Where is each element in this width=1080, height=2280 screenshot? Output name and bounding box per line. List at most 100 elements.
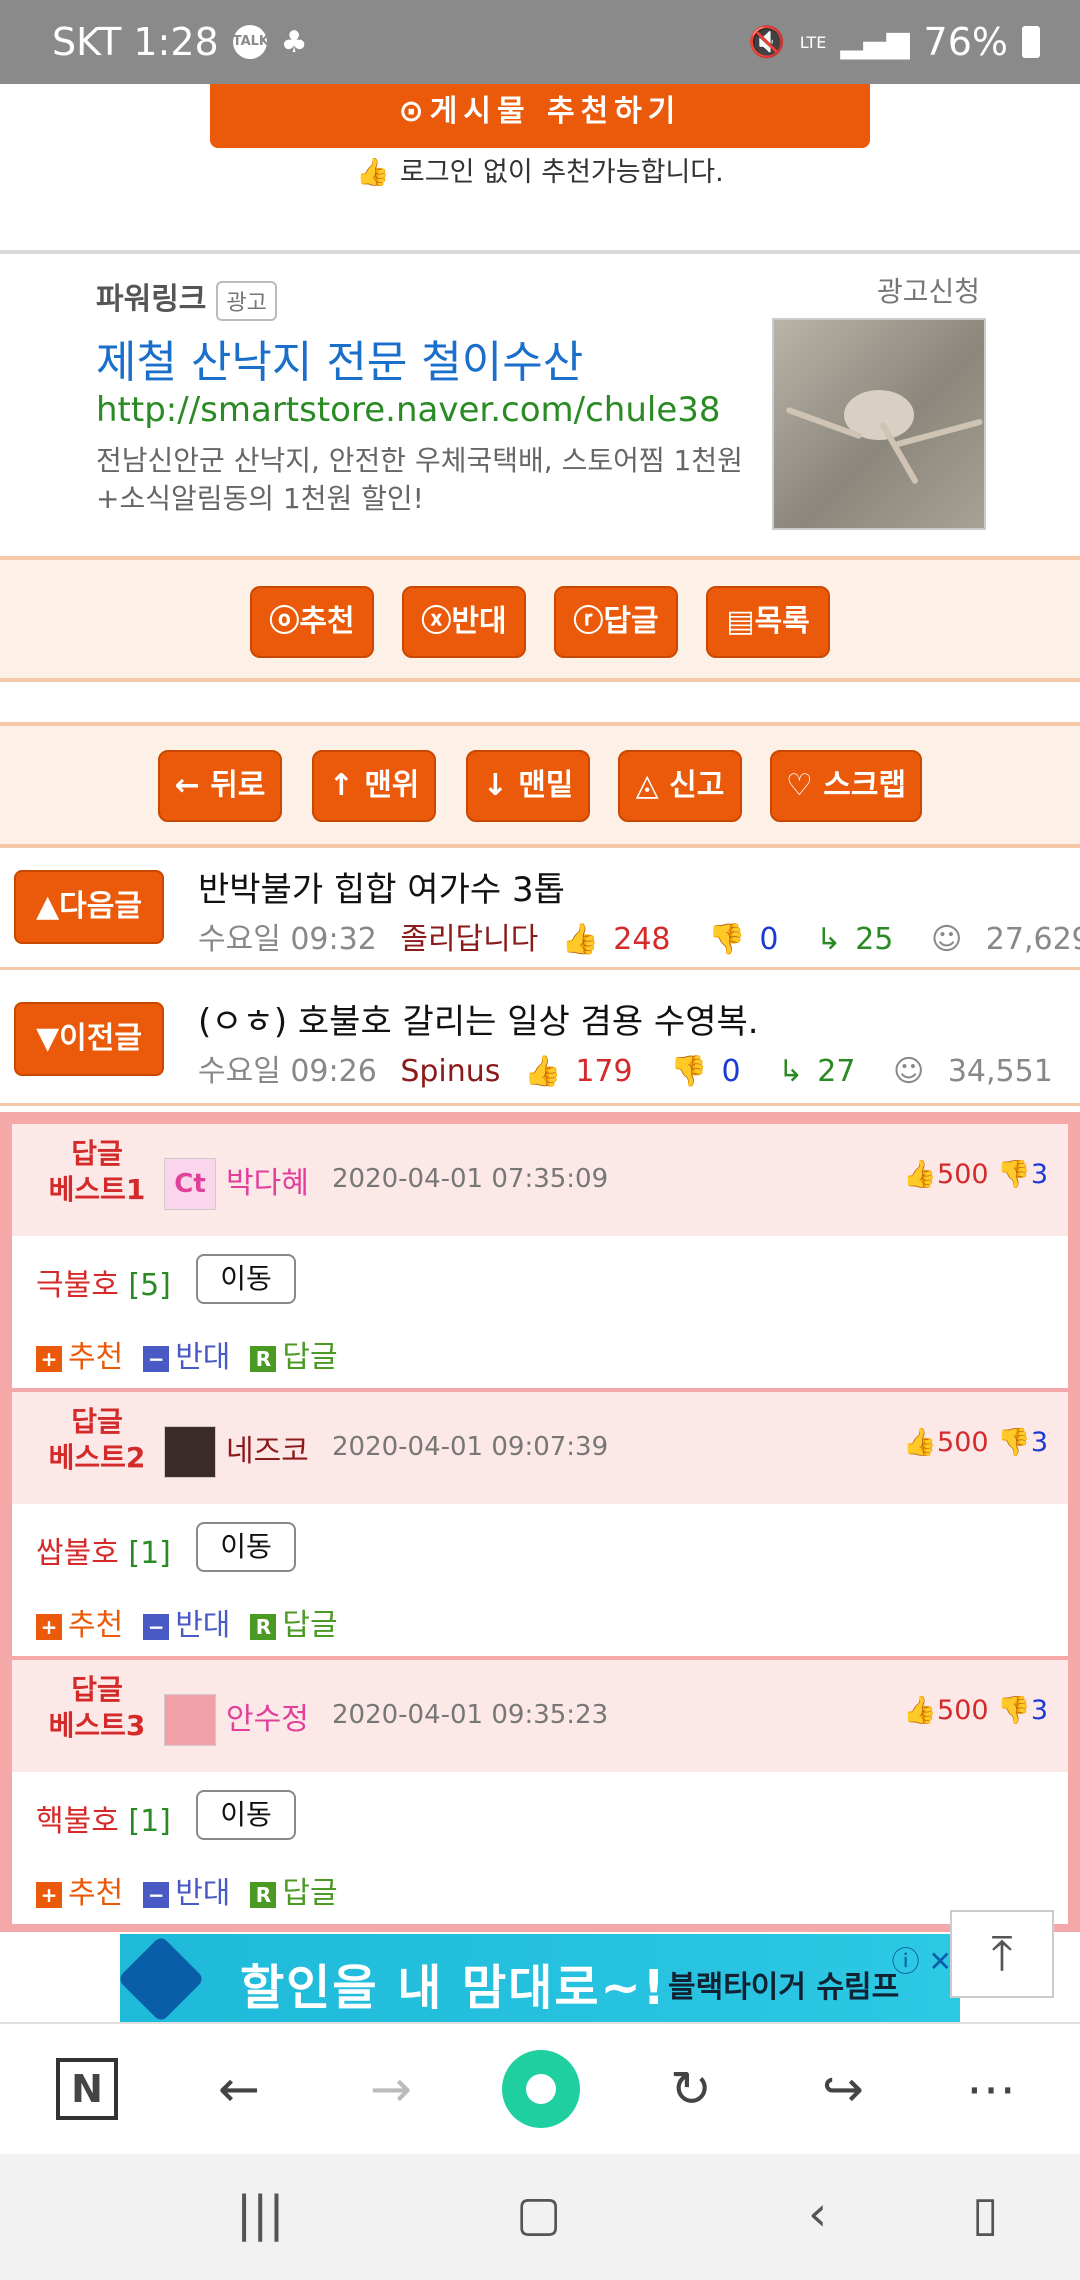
ad-url-link[interactable]: http://smartstore.naver.com/chule38 [96,390,721,430]
down-count: 3 [1030,1427,1048,1458]
comment-actions: + 추천 − 반대 R 답글 [36,1868,338,1912]
status-network: LTE [799,32,827,52]
ad-description: 전남신안군 산낙지, 안전한 우체국택배, 스토어찜 1천원+소식알림동의 1천… [96,444,743,515]
prev-post-button[interactable]: ▼이전글 [14,1002,164,1076]
ad-close-icon[interactable]: ⓘ ✕ [892,1940,952,1980]
minus-icon: − [143,1345,170,1372]
comment-text: 쌉불호 [1] [36,1528,171,1572]
comment-recommend-button[interactable]: + 추천 [36,1868,123,1912]
home-icon[interactable]: ▢ [516,2186,561,2242]
to-top-button[interactable]: ↑ 맨위 [312,750,436,822]
comment-recommend-label: 추천 [68,1340,124,1375]
green-dot-home-icon[interactable] [502,2050,580,2128]
comment-votes: 👍500 👎3 [903,1694,1048,1726]
minus-icon: − [143,1613,170,1640]
view-count: 34,551 [947,1054,1053,1089]
comment-reply-button[interactable]: R 답글 [250,1600,338,1644]
comment-text-value: 극불호 [36,1268,119,1303]
best-rank-line1: 답글 [71,1137,123,1170]
post-recommend-button[interactable]: ⊙게시물 추천하기 [210,84,870,148]
prev-post-title[interactable]: (ㅇㅎ) 호불호 갈리는 일상 겸용 수영복. [198,994,759,1043]
powerlink-ad[interactable]: 파워링크 광고 광고신청 제철 산낙지 전문 철이수산 http://smarts… [0,254,1080,556]
post-toolbar: ⓞ추천 ⓧ반대 ⓡ답글 ▤목록 [0,556,1080,682]
naver-n-icon[interactable]: N [56,2058,118,2120]
move-button[interactable]: 이동 [196,1522,296,1572]
rotate-icon[interactable]: ▯ [972,2186,998,2242]
post-time: 수요일 09:32 [198,922,377,957]
post-time: 수요일 09:26 [198,1054,377,1089]
plus-icon: + [36,1881,62,1908]
prev-post-row[interactable]: ▼이전글 (ㅇㅎ) 호불호 갈리는 일상 겸용 수영복. 수요일 09:26 S… [0,984,1080,1106]
reply-arrow-icon: ↳ [816,922,842,957]
ad-apply-link[interactable]: 광고신청 [877,270,980,310]
avatar[interactable] [164,1426,216,1478]
best-comments-section: 답글 베스트1 Ct 박다혜 2020-04-01 07:35:09 👍500 👎… [0,1112,1080,1932]
scrap-button[interactable]: ♡ 스크랩 [770,750,922,822]
comment-votes: 👍500 👎3 [903,1158,1048,1190]
comment-recommend-button[interactable]: + 추천 [36,1600,123,1644]
comment-reply-button[interactable]: R 답글 [250,1868,338,1912]
avatar[interactable]: Ct [164,1158,216,1210]
next-post-title[interactable]: 반박불가 힙합 여가수 3톱 [198,862,565,911]
move-button[interactable]: 이동 [196,1254,296,1304]
recommend-button[interactable]: ⓞ추천 [250,586,374,658]
status-battery: 76% [923,20,1008,64]
android-nav-bar: ||| ▢ ‹ ▯ [0,2154,1080,2280]
banner-subtitle: 블랙타이거 슈림프 [668,1970,900,2005]
comment-author[interactable]: 박다혜 [226,1158,309,1202]
comment-actions: + 추천 − 반대 R 답글 [36,1600,338,1644]
share-icon[interactable]: ↪ [808,2054,878,2124]
comment-oppose-label: 반대 [175,1340,231,1375]
thumbs-up-icon: 👍 [523,1054,562,1089]
refresh-icon[interactable]: ↻ [656,2054,726,2124]
move-button[interactable]: 이동 [196,1790,296,1840]
recent-apps-icon[interactable]: ||| [236,2186,285,2242]
list-button[interactable]: ▤목록 [706,586,830,658]
domino-logo-icon [120,1935,205,2022]
more-icon[interactable]: ⋯ [956,2054,1026,2124]
to-bottom-button[interactable]: ↓ 맨밑 [466,750,590,822]
comment-oppose-label: 반대 [175,1876,231,1911]
thumbs-up-icon: 👍 [903,1427,938,1458]
best-comment-header: 답글 베스트3 안수정 2020-04-01 09:35:23 👍500 👎3 [12,1660,1068,1772]
reply-count: 25 [855,922,894,957]
comment-oppose-button[interactable]: − 반대 [143,1600,230,1644]
oppose-button[interactable]: ⓧ반대 [402,586,526,658]
thumbs-up-icon: 👍 [356,157,390,188]
views-icon: ☺ [930,922,963,957]
comment-votes: 👍500 👎3 [903,1426,1048,1458]
ad-image[interactable] [772,318,986,530]
avatar[interactable] [164,1694,216,1746]
comment-author[interactable]: 안수정 [226,1694,309,1738]
report-button[interactable]: ◬ 신고 [618,750,742,822]
scroll-top-button[interactable]: ⤒ [950,1910,1054,1998]
best-comment-body: 극불호 [5] 이동 + 추천 − 반대 R 답글 [12,1236,1068,1388]
best-comment-header: 답글 베스트1 Ct 박다혜 2020-04-01 07:35:09 👍500 👎… [12,1124,1068,1236]
post-author[interactable]: Spinus [400,1054,500,1089]
comment-text-value: 핵불호 [36,1804,119,1839]
back-button[interactable]: ← 뒤로 [158,750,282,822]
forward-arrow-icon[interactable]: → [356,2054,426,2124]
comment-author[interactable]: 네즈코 [226,1426,309,1470]
post-author[interactable]: 졸리답니다 [400,922,538,957]
thumbs-down-icon: 👎 [708,922,746,957]
up-count: 248 [613,922,671,957]
back-arrow-icon[interactable]: ← [204,2054,274,2124]
banner-ad[interactable]: 할인을 내 맘대로~! 블랙타이거 슈림프 ⓘ ✕ [120,1934,960,2022]
plus-icon: + [36,1345,62,1372]
ad-badge: 광고 [216,280,277,321]
back-icon[interactable]: ‹ [808,2186,827,2242]
view-count: 27,629 [985,922,1080,957]
views-icon: ☺ [893,1054,925,1089]
reply-button[interactable]: ⓡ답글 [554,586,678,658]
next-post-row[interactable]: ▲다음글 반박불가 힙합 여가수 3톱 수요일 09:32 졸리답니다 👍 248… [0,848,1080,970]
comment-oppose-button[interactable]: − 반대 [143,1332,230,1376]
comment-text: 핵불호 [1] [36,1796,171,1840]
best-comment-header: 답글 베스트2 네즈코 2020-04-01 09:07:39 👍500 👎3 [12,1392,1068,1504]
comment-oppose-button[interactable]: − 반대 [143,1868,230,1912]
comment-recommend-button[interactable]: + 추천 [36,1332,123,1376]
ad-title-link[interactable]: 제철 산낙지 전문 철이수산 [96,326,583,390]
comment-reply-button[interactable]: R 답글 [250,1332,338,1376]
thumbs-up-icon: 👍 [561,922,600,957]
next-post-button[interactable]: ▲다음글 [14,870,164,944]
